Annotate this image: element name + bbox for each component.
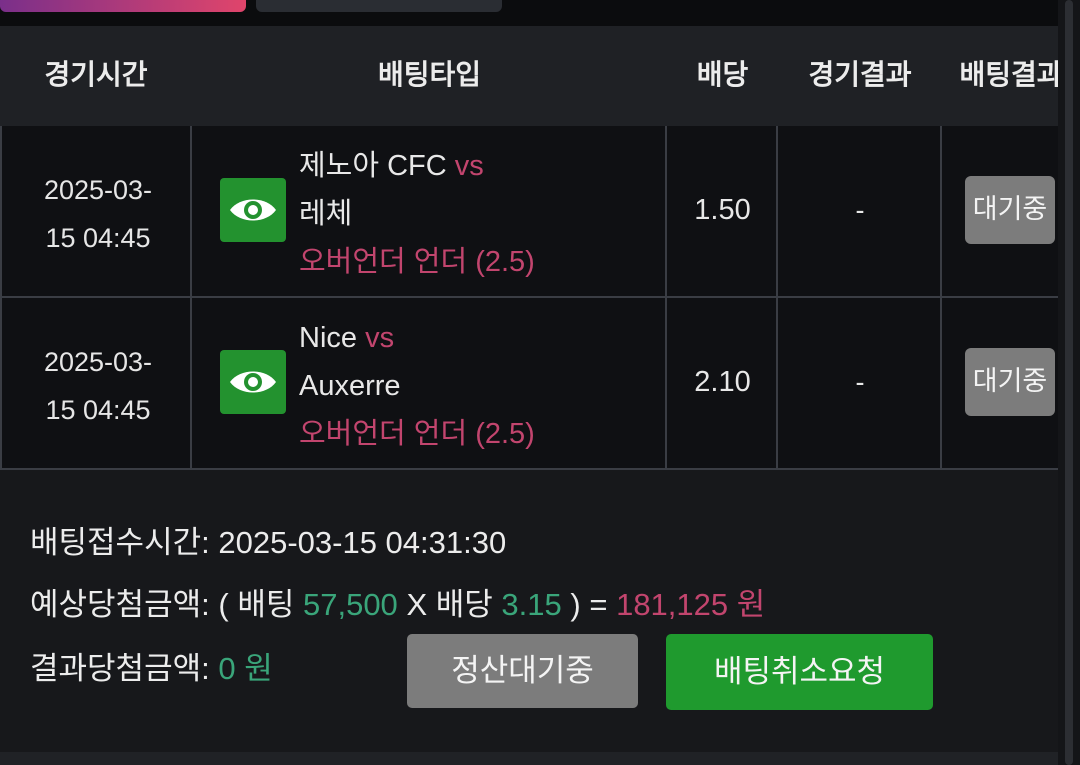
top-tab-active[interactable] xyxy=(0,0,246,12)
result-win-label: 결과당첨금액: xyxy=(30,651,210,686)
match-result-value: - xyxy=(855,367,865,397)
settle-pending-button[interactable]: 정산대기중 xyxy=(407,634,638,708)
game-clock: 15 04:45 xyxy=(45,395,151,425)
bet-type-cell: 제노아 CFC vs 레체 오버언더 언더 (2.5) xyxy=(192,126,667,296)
bet-amount: 57,500 xyxy=(302,587,398,622)
table-header: 경기시간 배팅타입 배당 경기결과 배팅결과 xyxy=(0,26,1063,126)
match-result-value: - xyxy=(855,195,865,225)
eye-icon xyxy=(230,371,276,393)
game-clock: 15 04:45 xyxy=(45,223,151,253)
game-date: 2025-03- xyxy=(43,347,153,377)
top-tab-inactive[interactable] xyxy=(256,0,502,12)
accept-time-line: 배팅접수시간: 2025-03-15 04:31:30 xyxy=(30,515,506,571)
scrollbar-thumb[interactable] xyxy=(1065,0,1073,765)
table-body: 2025-03- 15 04:45 제노아 CFC vs 레체 오버언더 언더 … xyxy=(0,126,1062,470)
equals-sign: = xyxy=(589,587,608,622)
bet-market: 오버언더 언더 (2.5) xyxy=(299,418,535,450)
result-win-line: 결과당첨금액: 0 원 xyxy=(30,641,273,697)
away-team: 레체 xyxy=(299,198,353,230)
bet-result-cell: 대기중 xyxy=(942,126,1062,296)
top-strip xyxy=(0,0,1080,26)
bet-market: 오버언더 언더 (2.5) xyxy=(299,246,535,278)
away-team: Auxerre xyxy=(299,370,401,402)
expected-win-amount: 181,125 원 xyxy=(616,587,766,622)
total-odds: 3.15 xyxy=(501,587,562,622)
table-row: 2025-03- 15 04:45 Nice vs Auxerre 오버언더 언… xyxy=(0,298,1062,470)
view-match-button[interactable] xyxy=(220,178,286,242)
bet-type-cell: Nice vs Auxerre 오버언더 언더 (2.5) xyxy=(192,298,667,468)
eye-icon xyxy=(230,199,276,221)
vs-label: vs xyxy=(365,322,395,354)
odds-word: 배당 xyxy=(435,587,493,622)
match-result-cell: - xyxy=(778,126,942,296)
expected-win-line: 예상당첨금액: ( 배팅 57,500 X 배당 3.15 ) = 181,12… xyxy=(30,577,765,633)
header-bet-type: 배팅타입 xyxy=(377,58,482,91)
accept-time-value: 2025-03-15 04:31:30 xyxy=(218,525,507,560)
close-paren: ) xyxy=(570,587,581,622)
odds-value: 2.10 xyxy=(694,366,751,398)
accept-time-label: 배팅접수시간: xyxy=(30,525,210,560)
game-time: 2025-03- 15 04:45 xyxy=(2,338,194,434)
game-time: 2025-03- 15 04:45 xyxy=(2,166,194,262)
result-win-amount: 0 원 xyxy=(218,651,273,686)
vs-label: vs xyxy=(454,150,484,182)
bet-result-cell: 대기중 xyxy=(942,298,1062,468)
bet-word: 배팅 xyxy=(237,587,295,622)
match-result-cell: - xyxy=(778,298,942,468)
match-info: Nice vs Auxerre 오버언더 언더 (2.5) xyxy=(299,314,659,458)
time-cell: 2025-03- 15 04:45 xyxy=(0,126,192,296)
open-paren: ( xyxy=(218,587,229,622)
odds-cell: 1.50 xyxy=(667,126,778,296)
home-team: 제노아 CFC xyxy=(299,150,447,182)
cancel-bet-request-button[interactable]: 배팅취소요청 xyxy=(666,634,933,710)
header-odds: 배당 xyxy=(696,58,749,91)
odds-value: 1.50 xyxy=(694,194,751,226)
scrollbar[interactable] xyxy=(1058,0,1080,765)
home-team: Nice xyxy=(299,322,358,354)
odds-cell: 2.10 xyxy=(667,298,778,468)
time-cell: 2025-03- 15 04:45 xyxy=(0,298,192,468)
bet-status-badge: 대기중 xyxy=(965,176,1055,244)
header-game-time: 경기시간 xyxy=(44,58,148,91)
expected-win-label: 예상당첨금액: xyxy=(30,587,210,622)
multiply-sign: X xyxy=(406,587,428,622)
bottom-band xyxy=(0,752,1080,765)
view-match-button[interactable] xyxy=(220,350,286,414)
table-row: 2025-03- 15 04:45 제노아 CFC vs 레체 오버언더 언더 … xyxy=(0,126,1062,298)
game-date: 2025-03- xyxy=(43,175,153,205)
match-info: 제노아 CFC vs 레체 오버언더 언더 (2.5) xyxy=(299,142,659,286)
bet-status-badge: 대기중 xyxy=(965,348,1055,416)
header-match-result: 경기결과 xyxy=(808,58,912,91)
